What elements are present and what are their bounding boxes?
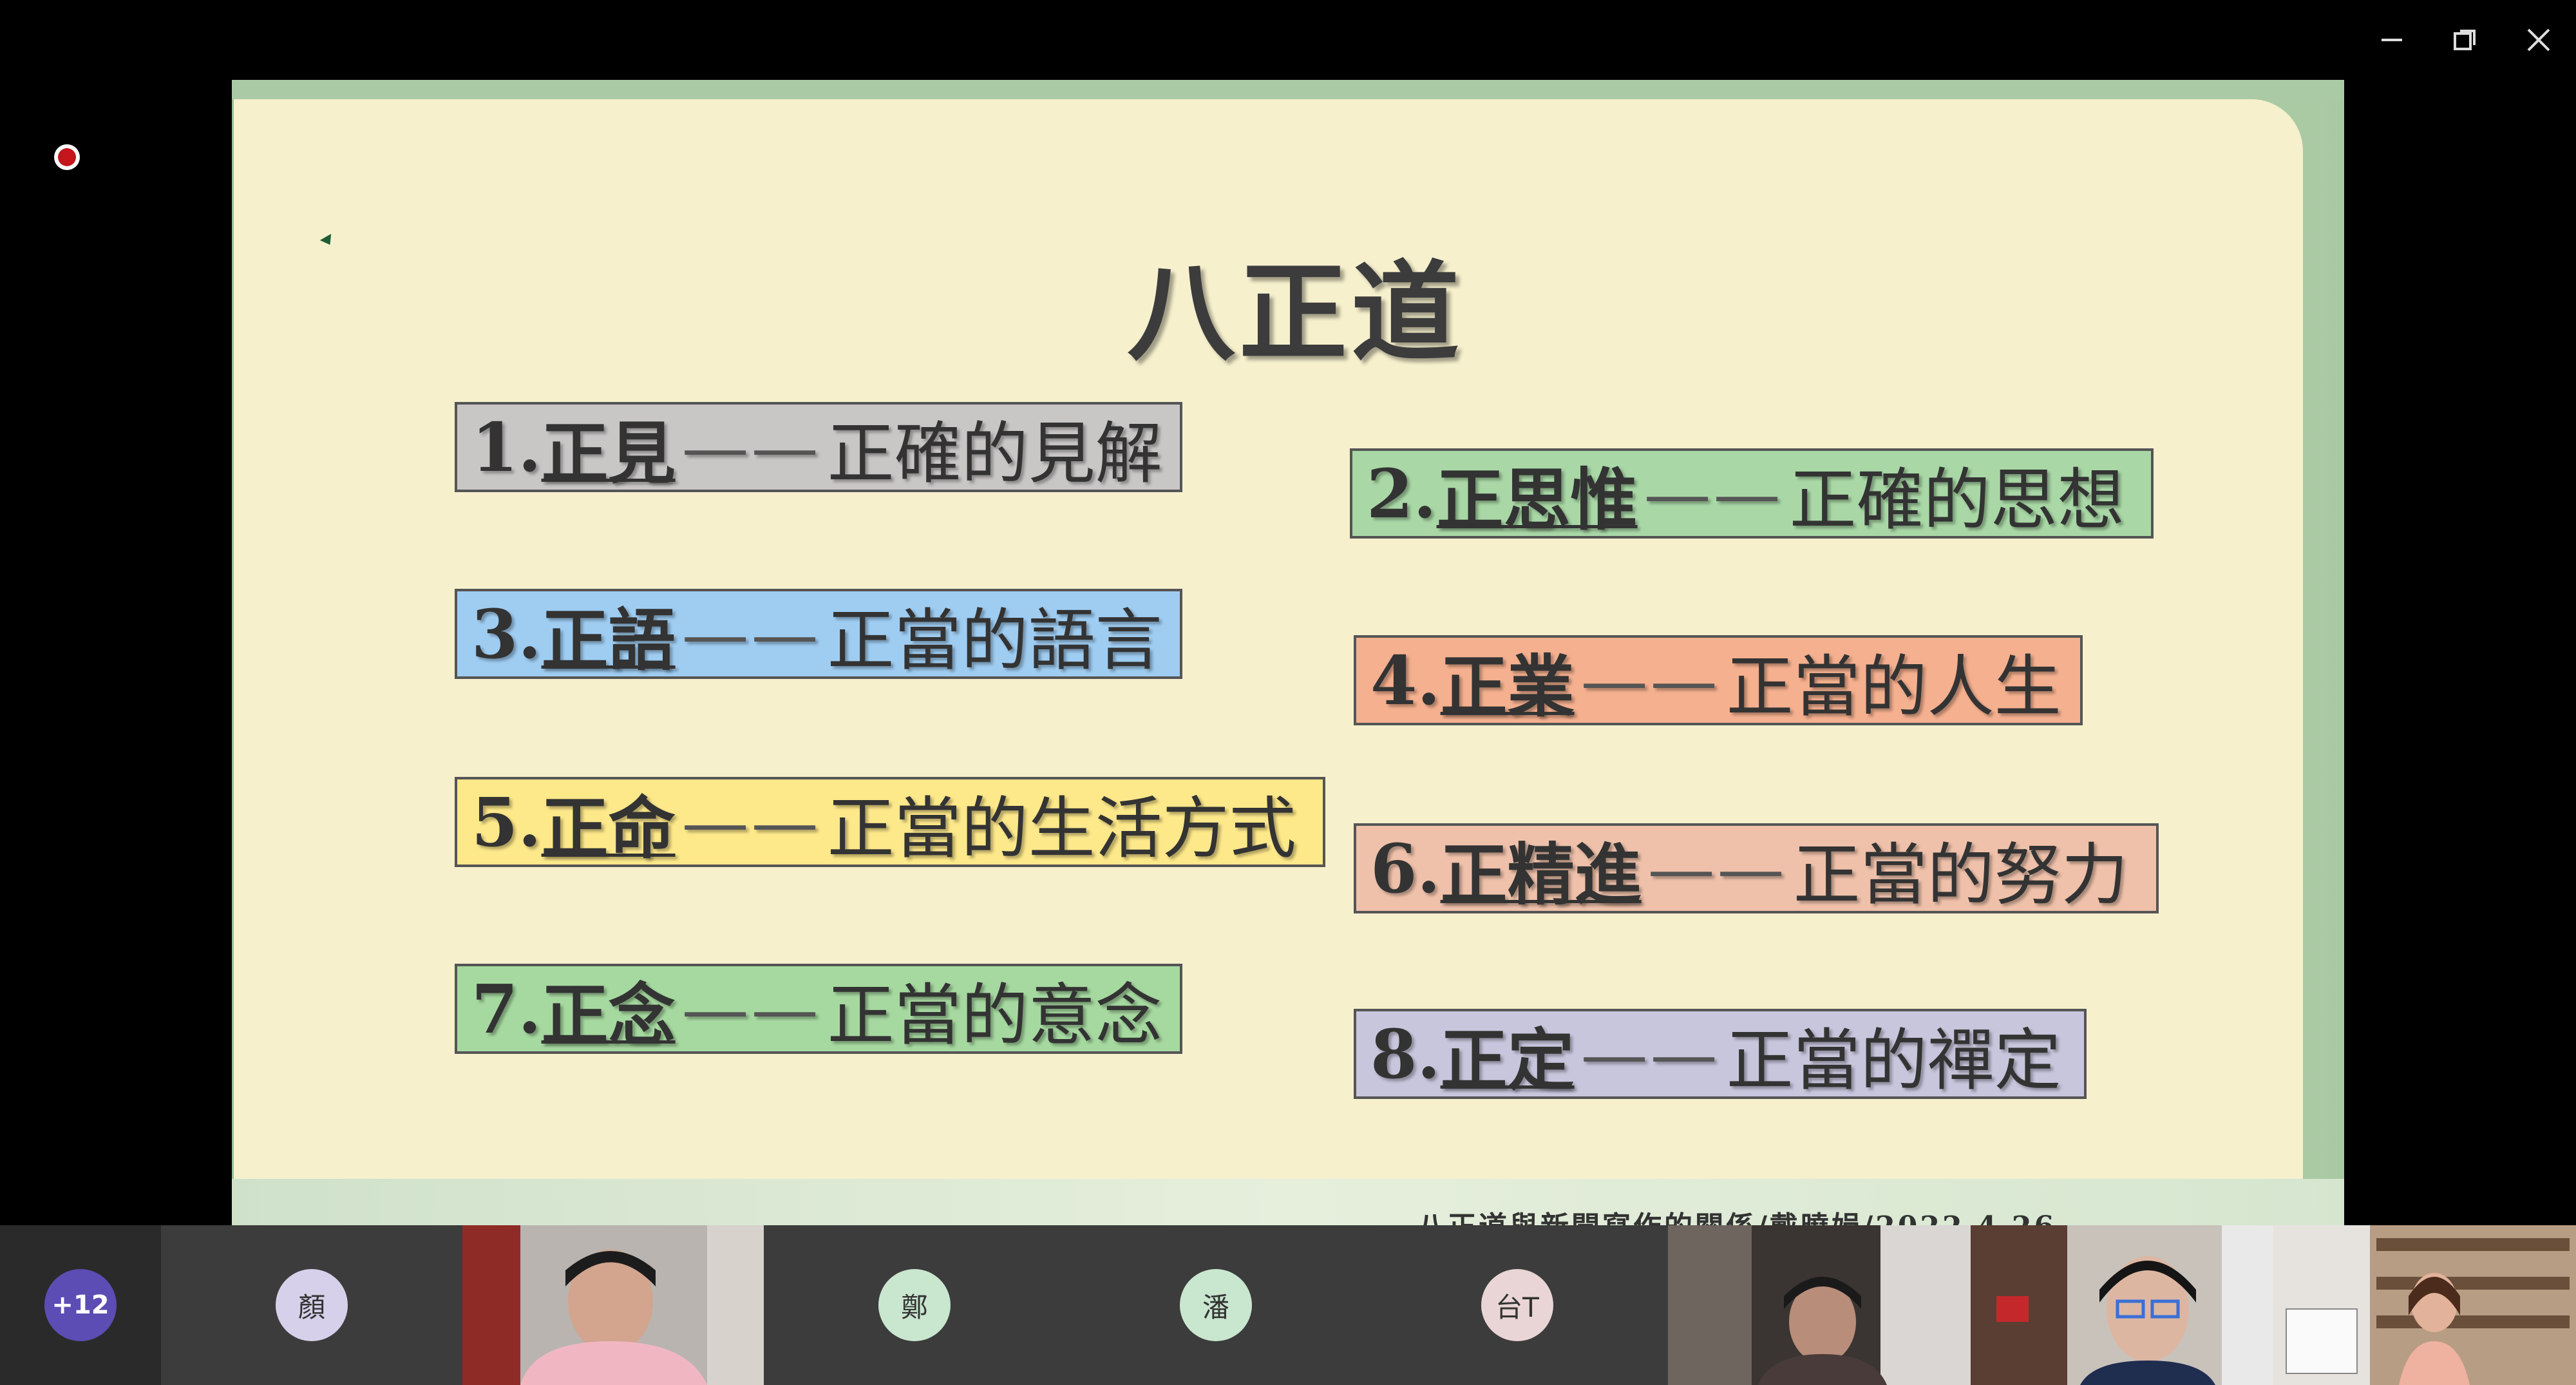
participant-video[interactable] xyxy=(462,1225,764,1385)
path-item: 8. 正定 —— 正當的禪定 xyxy=(1354,1009,2087,1099)
participant-video[interactable] xyxy=(1668,1225,1971,1385)
participant-avatar: 潘 xyxy=(1180,1269,1252,1341)
participant-avatar: 顏 xyxy=(276,1269,348,1341)
path-item: 4. 正業 —— 正當的人生 xyxy=(1354,635,2083,725)
recording-indicator-icon xyxy=(54,144,80,170)
participant-strip: +12 顏 鄭 潘 台T xyxy=(0,1225,2576,1385)
participant-tile[interactable]: 顏 xyxy=(161,1225,462,1385)
slide-title: 八正道 xyxy=(1127,249,1463,376)
restore-icon xyxy=(2454,30,2476,50)
participant-avatar: 鄭 xyxy=(878,1269,951,1341)
participant-video-image xyxy=(1971,1225,2273,1385)
participant-video[interactable] xyxy=(2273,1225,2576,1385)
more-participants-tile[interactable]: +12 xyxy=(0,1225,161,1385)
participant-tile[interactable]: 鄭 xyxy=(764,1225,1065,1385)
path-item: 2. 正思惟 —— 正確的思想 xyxy=(1350,448,2154,539)
path-item: 5. 正命 —— 正當的生活方式 xyxy=(455,777,1325,867)
path-item: 6. 正精進 —— 正當的努力 xyxy=(1354,823,2159,913)
participant-video-image xyxy=(2273,1225,2576,1385)
participant-avatar: 台T xyxy=(1481,1269,1553,1341)
participant-video[interactable] xyxy=(1971,1225,2273,1385)
minimize-icon xyxy=(2382,39,2402,41)
participant-tile[interactable]: 潘 xyxy=(1065,1225,1367,1385)
window-titlebar xyxy=(0,0,2576,80)
minimize-button[interactable] xyxy=(2360,14,2424,66)
path-item: 1. 正見 —— 正確的見解 xyxy=(455,402,1182,492)
path-item: 7. 正念 —— 正當的意念 xyxy=(455,964,1182,1054)
participant-video-image xyxy=(1668,1225,1971,1385)
restore-button[interactable] xyxy=(2433,14,2497,66)
close-button[interactable] xyxy=(2506,14,2571,66)
close-icon xyxy=(2527,28,2550,52)
participant-tile[interactable]: 台T xyxy=(1367,1225,1668,1385)
slide-footer: 八正道與新聞寫作的關係/戴曉娟/2022.4.26 xyxy=(1417,1203,2056,1225)
path-item: 3. 正語 —— 正當的語言 xyxy=(455,589,1182,679)
participant-video-image xyxy=(462,1225,764,1385)
more-participants-badge[interactable]: +12 xyxy=(44,1269,117,1341)
